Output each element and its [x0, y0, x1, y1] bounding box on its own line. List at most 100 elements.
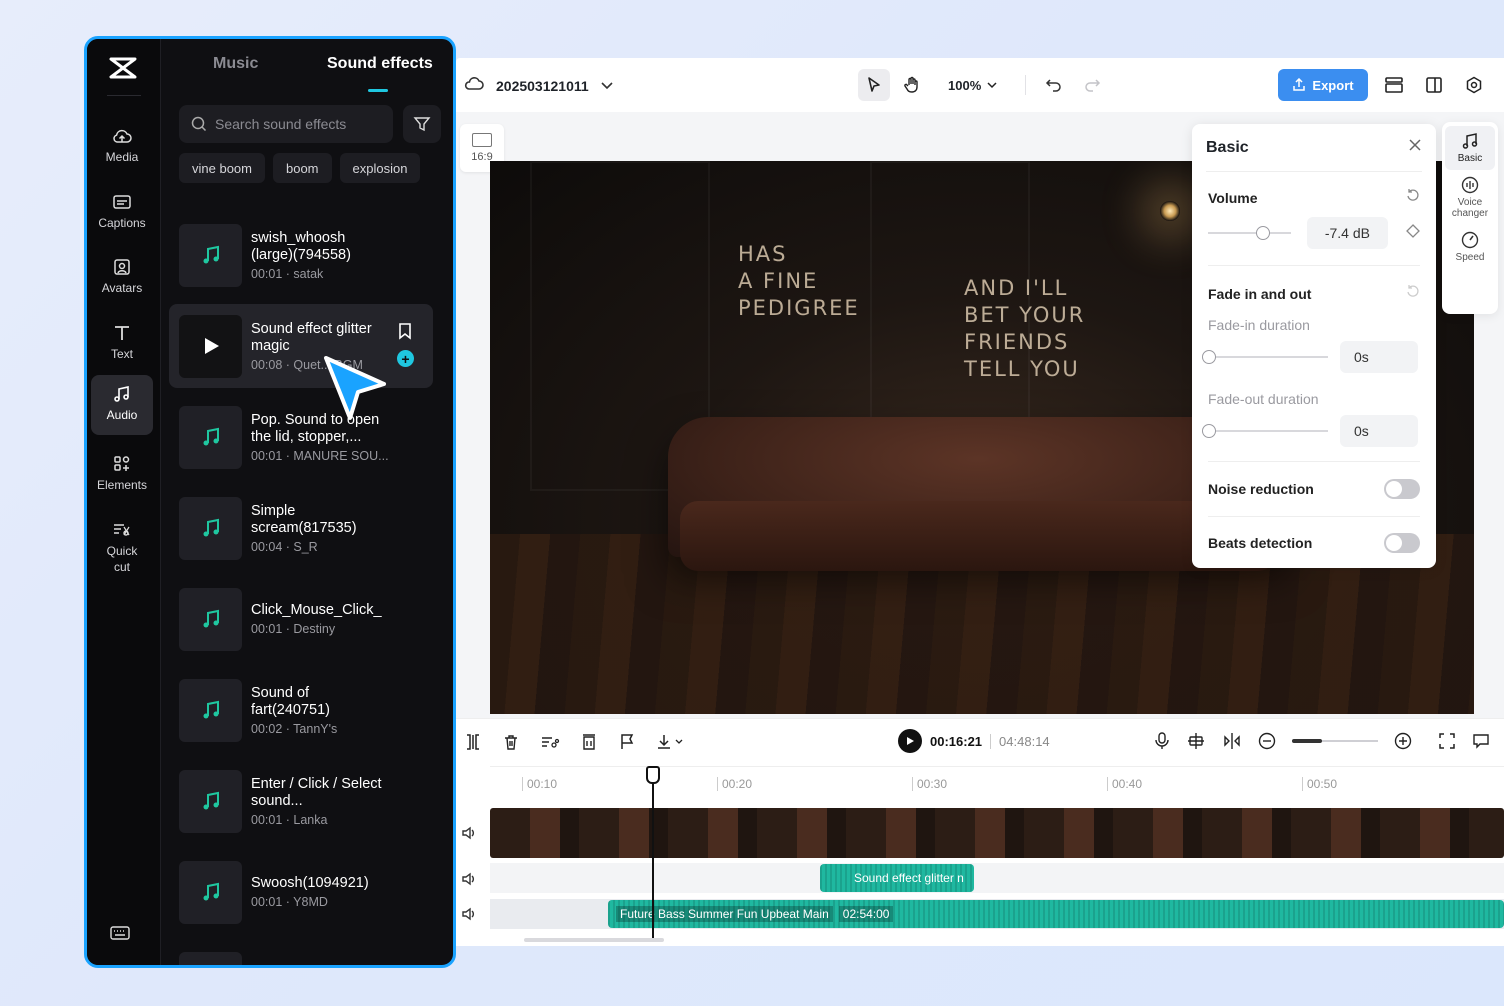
- snap-icon[interactable]: [1186, 732, 1206, 750]
- item-title: Enter / Click / Select sound...: [251, 775, 382, 809]
- volume-value-box[interactable]: -7.4 dB: [1306, 217, 1388, 249]
- select-tool-button[interactable]: [858, 69, 890, 101]
- speed-icon: [1461, 231, 1479, 249]
- reset-icon[interactable]: [1406, 188, 1420, 207]
- music-note-icon: [203, 245, 219, 264]
- beats-detection-toggle[interactable]: [1384, 533, 1420, 553]
- delete-icon[interactable]: [502, 733, 520, 751]
- export-label: Export: [1312, 77, 1354, 93]
- hand-tool-button[interactable]: [896, 69, 928, 101]
- fade-in-slider[interactable]: [1202, 350, 1328, 364]
- volume-slider-knob[interactable]: [1256, 226, 1270, 240]
- music-clip-name: Future Bass Summer Fun Upbeat Main: [616, 906, 833, 922]
- split-line-icon[interactable]: [1222, 732, 1242, 750]
- search-box[interactable]: [179, 105, 393, 143]
- list-item[interactable]: Click_Mouse_Click_ 00:01 · Destiny: [169, 577, 433, 661]
- list-item[interactable]: swish_whoosh (large)(794558) 00:01 · sata…: [169, 213, 433, 297]
- list-item[interactable]: [169, 941, 433, 965]
- redo-button[interactable]: [1076, 69, 1108, 101]
- export-button[interactable]: Export: [1278, 69, 1368, 101]
- settings-button[interactable]: [1458, 69, 1490, 101]
- suggestion-chips: vine boom boom explosion: [179, 153, 421, 183]
- freeze-icon[interactable]: [580, 733, 598, 751]
- add-to-timeline-button[interactable]: +: [397, 350, 414, 367]
- zoom-in-icon[interactable]: [1394, 732, 1412, 750]
- tab-voice-changer[interactable]: Voice changer: [1445, 170, 1495, 225]
- left-nav-rail: Media Captions Avatars Text Audio Elemen…: [87, 39, 161, 965]
- list-item[interactable]: Simple scream(817535) 00:04 · S_R: [169, 486, 433, 570]
- chip[interactable]: explosion: [339, 153, 421, 183]
- video-track[interactable]: [490, 808, 1504, 858]
- search-input[interactable]: [215, 116, 385, 132]
- list-item[interactable]: Swoosh(1094921) 00:01 · Y8MD: [169, 850, 433, 934]
- volume-section: Volume -7.4 dB: [1208, 172, 1420, 266]
- keyframe-icon[interactable]: [1406, 223, 1420, 243]
- volume-value: -7.4 dB: [1324, 225, 1370, 241]
- filter-button[interactable]: [403, 105, 441, 143]
- microphone-icon[interactable]: [1154, 732, 1170, 750]
- tab-sound-effects[interactable]: Sound effects: [327, 55, 433, 73]
- zoom-dropdown[interactable]: 100%: [948, 78, 997, 93]
- playhead[interactable]: [652, 766, 654, 938]
- undo-button[interactable]: [1038, 69, 1070, 101]
- download-icon[interactable]: [656, 733, 686, 751]
- audio-split-icon[interactable]: [540, 733, 560, 751]
- layout-button[interactable]: [1418, 69, 1450, 101]
- nav-media[interactable]: Media: [91, 121, 153, 171]
- close-icon[interactable]: [1408, 138, 1422, 157]
- play-icon: [204, 338, 219, 354]
- volume-slider[interactable]: [1208, 226, 1291, 240]
- basic-properties-panel: Basic Volume -7.4 dB Fade in and out Fad…: [1192, 124, 1436, 568]
- music-thumb: [179, 678, 242, 742]
- nav-text[interactable]: Text: [91, 318, 153, 368]
- reset-icon[interactable]: [1406, 284, 1420, 303]
- music-clip[interactable]: Future Bass Summer Fun Upbeat Main 02:54…: [608, 900, 1504, 928]
- tab-music[interactable]: Music: [213, 55, 258, 73]
- fade-out-slider-knob[interactable]: [1202, 424, 1216, 438]
- elements-icon: [114, 456, 130, 471]
- sfx-clip[interactable]: Sound effect glitter n: [820, 864, 974, 892]
- nav-avatars[interactable]: Avatars: [91, 252, 153, 302]
- list-item[interactable]: Sound of fart(240751) 00:02 · TannY's: [169, 668, 433, 752]
- nav-elements[interactable]: Elements: [91, 449, 153, 499]
- play-button[interactable]: [898, 729, 922, 753]
- playhead-handle[interactable]: [646, 766, 660, 784]
- zoom-out-icon[interactable]: [1258, 732, 1276, 750]
- chip[interactable]: boom: [272, 153, 332, 183]
- wall-lamp: [1160, 201, 1180, 221]
- speaker-icon[interactable]: [460, 870, 478, 888]
- fade-in-value-box[interactable]: 0s: [1340, 341, 1418, 373]
- noise-reduction-toggle[interactable]: [1384, 479, 1420, 499]
- layers-button[interactable]: [1378, 69, 1410, 101]
- project-selector[interactable]: 202503121011: [464, 75, 613, 96]
- fade-out-slider[interactable]: [1202, 424, 1328, 438]
- play-icon: [907, 737, 914, 745]
- play-thumb[interactable]: [179, 314, 242, 378]
- tab-speed[interactable]: Speed: [1445, 225, 1495, 269]
- timeline-zoom-slider[interactable]: [1292, 739, 1378, 743]
- fade-in-value: 0s: [1354, 349, 1369, 365]
- tab-basic[interactable]: Basic: [1445, 126, 1495, 170]
- nav-captions[interactable]: Captions: [91, 187, 153, 237]
- music-note-icon: [203, 518, 219, 537]
- fullscreen-icon[interactable]: [1438, 732, 1456, 750]
- noise-reduction-label: Noise reduction: [1208, 481, 1314, 497]
- fade-out-value-box[interactable]: 0s: [1340, 415, 1418, 447]
- bookmark-icon[interactable]: [397, 322, 413, 345]
- nav-quick-cut[interactable]: Quick cut: [91, 515, 153, 581]
- timeline-scrollbar[interactable]: [524, 938, 664, 942]
- speaker-icon[interactable]: [460, 905, 478, 923]
- chip[interactable]: vine boom: [179, 153, 265, 183]
- list-item[interactable]: Pop. Sound to open the lid, stopper,... 0…: [169, 395, 433, 479]
- comment-icon[interactable]: [1472, 732, 1490, 750]
- nav-audio[interactable]: Audio: [91, 375, 153, 435]
- fade-in-slider-knob[interactable]: [1202, 350, 1216, 364]
- split-icon[interactable]: [464, 733, 482, 751]
- keyboard-shortcuts-button[interactable]: [109, 925, 131, 946]
- flag-icon[interactable]: [618, 733, 636, 751]
- speaker-icon[interactable]: [460, 824, 478, 842]
- timeline-ruler[interactable]: 00:10 00:20 00:30 00:40 00:50: [490, 766, 1504, 802]
- list-item[interactable]: Sound effect glitter magic 00:08 · Quet..…: [169, 304, 433, 388]
- list-item[interactable]: Enter / Click / Select sound... 00:01 · L…: [169, 759, 433, 843]
- chevron-down-icon: [601, 77, 613, 95]
